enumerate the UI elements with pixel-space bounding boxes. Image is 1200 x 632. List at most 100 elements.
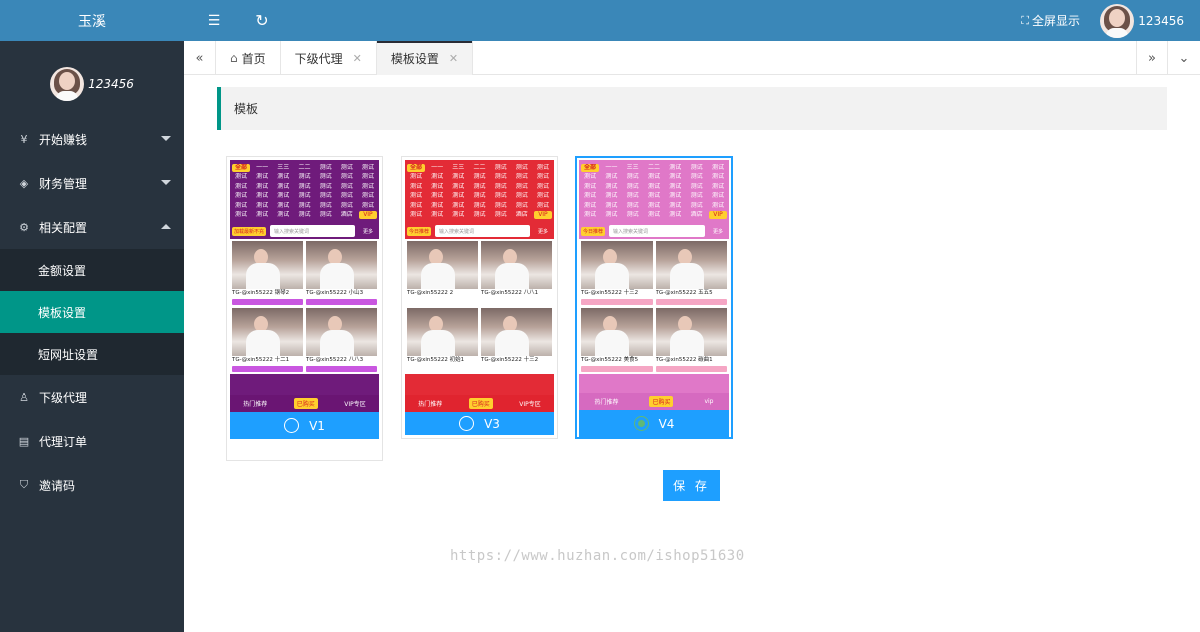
category-item: 测试 bbox=[605, 182, 618, 190]
tab-sub-agents[interactable]: 下级代理 ✕ bbox=[281, 41, 377, 75]
sidebar-item-sub-agents[interactable]: ♙ 下级代理 bbox=[0, 375, 184, 419]
category-item: 测试 bbox=[605, 173, 618, 181]
category-item: 测试 bbox=[319, 163, 332, 171]
close-icon[interactable]: ✕ bbox=[449, 52, 458, 65]
category-item: 测试 bbox=[605, 211, 618, 219]
preview-card-band bbox=[232, 366, 303, 372]
category-item: 测试 bbox=[647, 182, 660, 190]
category-item: 测试 bbox=[340, 163, 353, 171]
template-caption[interactable]: V3 bbox=[405, 412, 554, 435]
tab-label: 下级代理 bbox=[294, 51, 343, 66]
preview-card-image bbox=[407, 308, 478, 356]
category-item: 测试 bbox=[515, 182, 528, 190]
category-item: 测试 bbox=[319, 192, 332, 200]
sidebar-item-template-settings[interactable]: 模板设置 bbox=[0, 291, 184, 333]
category-item: 测试 bbox=[409, 182, 422, 190]
category-item: 测试 bbox=[515, 173, 528, 181]
home-icon: ⌂ bbox=[230, 51, 238, 65]
preview-more-link: 更多 bbox=[362, 228, 373, 235]
radio-button[interactable] bbox=[459, 416, 475, 431]
category-row: 测试 测试 测试 测试 测试 测试 测试 bbox=[407, 182, 552, 192]
radio-button-checked[interactable] bbox=[633, 416, 649, 431]
avatar[interactable] bbox=[50, 67, 85, 101]
preview-card-band bbox=[581, 299, 653, 305]
category-item: VIP bbox=[358, 211, 377, 220]
category-item: 测试 bbox=[361, 192, 374, 200]
category-item: 测试 bbox=[583, 182, 596, 190]
template-card-v3[interactable]: 全部 一一 三三 二二 测试 测试 测试 测试 测试 测试 测试 测试 测试 测试 测试 测试 测试 测试 测试 测试… bbox=[401, 156, 558, 439]
preview-card-title: TG-@xin55222 十三2 bbox=[581, 290, 639, 296]
top-header: ☰ ↻ ⛶ 全屏显示 123456 bbox=[184, 0, 1200, 41]
category-item: 测试 bbox=[361, 182, 374, 190]
template-card-v4[interactable]: 全部 一一 三三 二二 测试 测试 测试 测试 测试 测试 测试 测试 测试 测试 测试 测试 测试 测试 测试 测试… bbox=[575, 156, 733, 439]
category-item: 测试 bbox=[669, 201, 682, 209]
close-icon[interactable]: ✕ bbox=[353, 52, 362, 65]
sidebar-item-config[interactable]: ⚙ 相关配置 bbox=[0, 205, 184, 249]
sidebar-item-invite-code[interactable]: ⛉ 邀请码 bbox=[0, 463, 184, 507]
tabs-scroll-left-icon[interactable]: « bbox=[184, 41, 216, 75]
category-item: 测试 bbox=[515, 163, 528, 171]
preview-card: TG-@xin55222 初始1 bbox=[407, 308, 478, 372]
caret-down-icon bbox=[161, 136, 171, 141]
category-item: 测试 bbox=[583, 201, 596, 209]
header-user-menu[interactable]: 123456 bbox=[1100, 0, 1184, 41]
preview-card-band bbox=[306, 299, 377, 305]
preview-search-row: 今日推荐 输入搜索关键词 更多 bbox=[579, 223, 729, 239]
category-item: 测试 bbox=[536, 201, 549, 209]
tab-label: 首页 bbox=[241, 51, 266, 66]
category-item: 测试 bbox=[277, 201, 290, 209]
watermark-text: https://www.huzhan.com/ishop51630 bbox=[450, 548, 745, 564]
preview-card-image bbox=[655, 241, 727, 289]
sidebar-item-finance[interactable]: ◈ 财务管理 bbox=[0, 161, 184, 205]
sidebar-item-agent-orders[interactable]: ▤ 代理订单 bbox=[0, 419, 184, 463]
category-item: 测试 bbox=[494, 163, 507, 171]
template-caption[interactable]: V1 bbox=[230, 412, 379, 439]
category-item: 测试 bbox=[494, 201, 507, 209]
category-item: 测试 bbox=[340, 192, 353, 200]
tabs-menu-chevron-down-icon[interactable]: ⌄ bbox=[1168, 41, 1200, 75]
tab-home[interactable]: ⌂ 首页 bbox=[216, 41, 281, 75]
preview-card-image bbox=[232, 308, 303, 356]
preview-card: TG-@xin55222 十三2 bbox=[581, 241, 653, 305]
app-logo[interactable]: 玉溪 bbox=[0, 0, 184, 41]
preview-card-band bbox=[581, 366, 653, 372]
preview-card-title: TG-@xin55222 2 bbox=[407, 290, 454, 296]
sidebar-item-short-url-settings[interactable]: 短网址设置 bbox=[0, 333, 184, 375]
category-item: 酒店 bbox=[515, 211, 528, 219]
template-caption[interactable]: V4 bbox=[579, 410, 729, 437]
category-item: 测试 bbox=[494, 173, 507, 181]
fold-menu-icon[interactable]: ☰ bbox=[202, 0, 226, 41]
template-preview: 全部 一一 三三 二二 测试 测试 测试 测试 测试 测试 测试 测试 测试 测试 测试 测试 测试 测试 测试 测试… bbox=[230, 160, 379, 412]
tab-template-settings[interactable]: 模板设置 ✕ bbox=[376, 41, 474, 75]
sidebar-item-start-earning[interactable]: ¥ 开始赚钱 bbox=[0, 117, 184, 161]
preview-bottom-bar: 热门推荐 已购买 vip bbox=[579, 393, 729, 410]
category-item: 测试 bbox=[515, 201, 528, 209]
category-item: 测试 bbox=[361, 201, 374, 209]
preview-bottom-mid: 已购买 bbox=[293, 398, 318, 409]
preview-card: TG-@xin55222 八八3 bbox=[306, 308, 377, 372]
preview-card-band bbox=[306, 366, 377, 372]
category-grid: 全部 一一 三三 二二 测试 测试 测试 测试 测试 测试 测试 测试 测试 测试 测试 测试 测试 测试 测试 测试… bbox=[230, 160, 379, 223]
save-button[interactable]: 保 存 bbox=[663, 470, 720, 501]
category-item: 测试 bbox=[319, 182, 332, 190]
caret-down-icon bbox=[161, 180, 171, 185]
category-row: 测试 测试 测试 测试 测试 测试 测试 bbox=[581, 192, 727, 202]
category-item: 测试 bbox=[298, 182, 311, 190]
category-item: 测试 bbox=[711, 182, 724, 190]
preview-bottom-right: vip bbox=[704, 398, 714, 405]
category-item: 测试 bbox=[583, 173, 596, 181]
sidebar-item-amount-settings[interactable]: 金额设置 bbox=[0, 249, 184, 291]
refresh-icon[interactable]: ↻ bbox=[250, 0, 274, 41]
category-item: 测试 bbox=[256, 211, 269, 219]
category-item: 测试 bbox=[690, 163, 703, 171]
preview-card-grid: TG-@xin55222 十三2 TG-@xin55222 五五5 TG-@xin5… bbox=[579, 239, 729, 374]
category-item: 测试 bbox=[298, 201, 311, 209]
preview-card-title: TG-@xin55222 初始1 bbox=[407, 357, 465, 363]
category-row: 测试 测试 测试 测试 测试 测试 测试 bbox=[232, 201, 377, 211]
fullscreen-button[interactable]: ⛶ 全屏显示 bbox=[1021, 0, 1080, 41]
tabs-scroll-right-icon[interactable]: » bbox=[1136, 41, 1168, 75]
preview-card: TG-@xin55222 2 bbox=[407, 241, 478, 305]
template-card-v1[interactable]: 全部 一一 三三 二二 测试 测试 测试 测试 测试 测试 测试 测试 测试 测试 测试 测试 测试 测试 测试 测试… bbox=[226, 156, 383, 461]
radio-button[interactable] bbox=[284, 418, 300, 433]
category-item: 测试 bbox=[234, 173, 247, 181]
